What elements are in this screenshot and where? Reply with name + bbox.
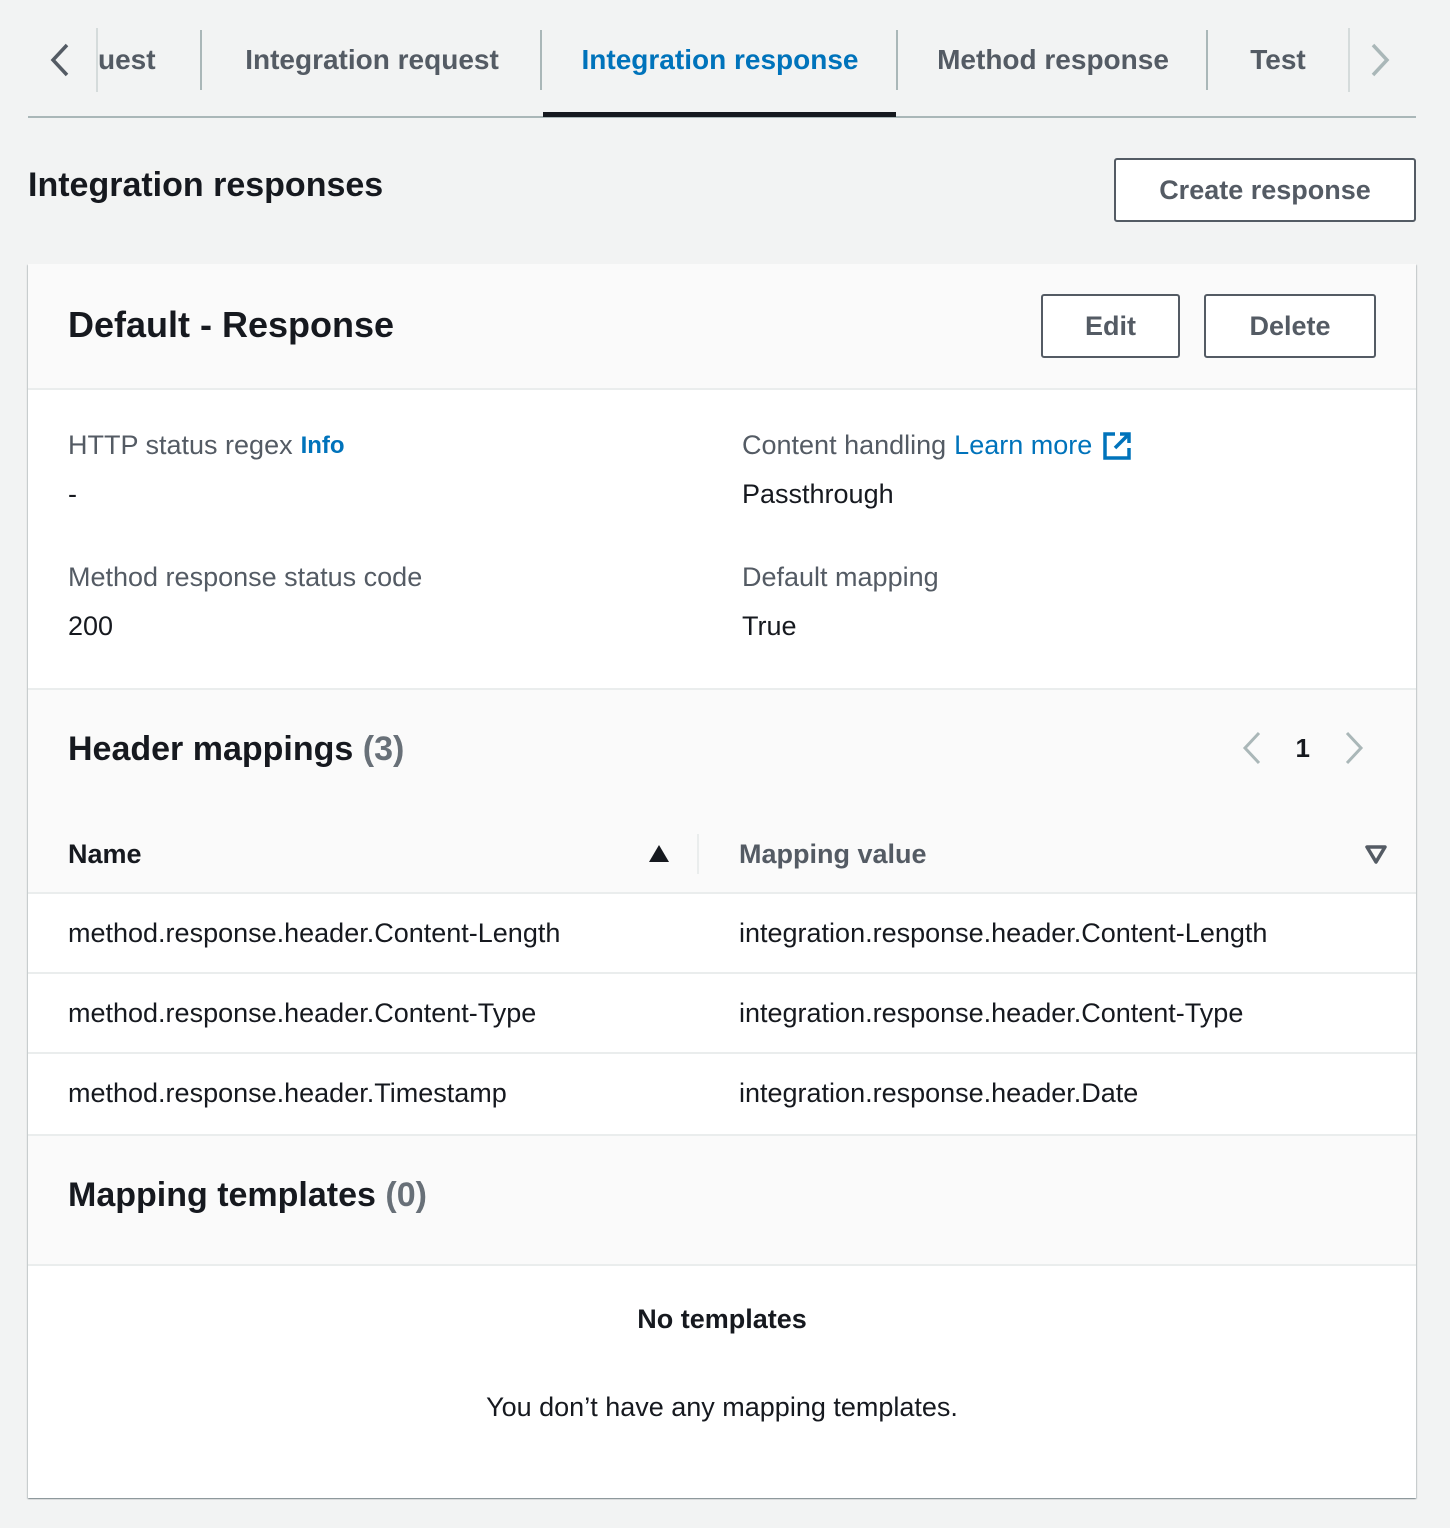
column-divider xyxy=(697,834,699,874)
column-header-mapping-value[interactable]: Mapping value xyxy=(739,816,927,892)
method-response-status-code-value: 200 xyxy=(68,611,114,641)
table-row: method.response.header.Timestamp integra… xyxy=(28,1054,1416,1136)
mapping-templates-title: Mapping templates (0) xyxy=(68,1176,427,1214)
row-mapping-value: integration.response.header.Content-Leng… xyxy=(739,917,1268,948)
header-mappings-count: (3) xyxy=(362,730,405,768)
column-header-name[interactable]: Name xyxy=(68,816,142,892)
http-status-regex-label: HTTP status regex xyxy=(68,430,293,460)
http-status-regex-field: HTTP status regex Info - xyxy=(68,430,345,510)
external-link-icon xyxy=(1103,431,1131,460)
tab-label: Integration response xyxy=(581,44,859,75)
content-handling-field: Content handling Learn more Passthrough xyxy=(742,430,1132,510)
learn-more-link[interactable]: Learn more xyxy=(954,430,1132,461)
content-handling-value: Passthrough xyxy=(742,479,894,509)
default-mapping-label: Default mapping xyxy=(742,562,939,592)
delete-button[interactable]: Delete xyxy=(1204,294,1376,358)
default-response-card: Default - Response Edit Delete HTTP stat… xyxy=(28,264,1416,1498)
row-name: method.response.header.Content-Length xyxy=(68,917,561,948)
tab-test[interactable]: Test xyxy=(1208,30,1348,90)
default-mapping-value: True xyxy=(742,611,797,641)
empty-state-description: You don’t have any mapping templates. xyxy=(486,1392,958,1422)
pagination: 1 xyxy=(1240,730,1366,766)
tab-label: Method response xyxy=(937,44,1169,75)
empty-state-title: No templates xyxy=(637,1304,807,1334)
card-header: Default - Response Edit Delete xyxy=(28,264,1416,390)
tab-label: Test xyxy=(1250,44,1306,75)
previous-page-button[interactable] xyxy=(1240,730,1264,766)
page-title: Integration responses xyxy=(28,166,384,204)
tab-integration-response[interactable]: Integration response xyxy=(542,30,898,90)
chevron-right-icon xyxy=(1345,731,1364,765)
next-page-button[interactable] xyxy=(1342,730,1366,766)
tab-label: uest xyxy=(98,44,156,75)
default-mapping-field: Default mapping True xyxy=(742,562,939,642)
tab-scroll-right-button[interactable] xyxy=(1348,28,1416,92)
tab-label: Integration request xyxy=(245,44,499,75)
header-mappings-header: Header mappings (3) 1 xyxy=(28,688,1416,818)
tab-integration-request[interactable]: Integration request xyxy=(202,30,542,90)
row-name: method.response.header.Content-Type xyxy=(68,997,537,1028)
method-response-status-code-field: Method response status code 200 xyxy=(68,562,422,642)
chevron-left-icon xyxy=(1242,731,1260,765)
table-row: method.response.header.Content-Length in… xyxy=(28,894,1416,974)
chevron-left-icon xyxy=(50,43,69,77)
method-response-status-code-label: Method response status code xyxy=(68,562,423,592)
card-title: Default - Response xyxy=(68,304,395,345)
row-mapping-value: integration.response.header.Date xyxy=(739,1077,1139,1108)
tab-method-response[interactable]: Method response xyxy=(898,30,1208,90)
header-mappings-title: Header mappings (3) xyxy=(68,730,405,768)
http-status-regex-value: - xyxy=(68,479,77,509)
edit-button[interactable]: Edit xyxy=(1041,294,1180,358)
tab-method-request[interactable]: uest xyxy=(98,30,202,90)
content-handling-label: Content handling xyxy=(742,430,947,460)
mapping-templates-count: (0) xyxy=(385,1176,427,1214)
table-row: method.response.header.Content-Type inte… xyxy=(28,974,1416,1054)
tab-scroll-left-button[interactable] xyxy=(28,28,98,92)
table-header: Name Mapping value xyxy=(28,816,1416,894)
row-name: method.response.header.Timestamp xyxy=(68,1077,507,1108)
chevron-right-icon xyxy=(1371,43,1390,77)
create-response-button[interactable]: Create response xyxy=(1114,158,1416,222)
mapping-templates-header: Mapping templates (0) xyxy=(28,1136,1416,1266)
row-mapping-value: integration.response.header.Content-Type xyxy=(739,997,1244,1028)
current-page[interactable]: 1 xyxy=(1296,733,1310,764)
learn-more-label: Learn more xyxy=(954,430,1093,460)
active-tab-indicator xyxy=(543,112,896,117)
sort-ascending-icon[interactable] xyxy=(647,842,671,866)
sort-descending-icon[interactable] xyxy=(1364,842,1388,866)
info-link[interactable]: Info xyxy=(301,432,345,460)
